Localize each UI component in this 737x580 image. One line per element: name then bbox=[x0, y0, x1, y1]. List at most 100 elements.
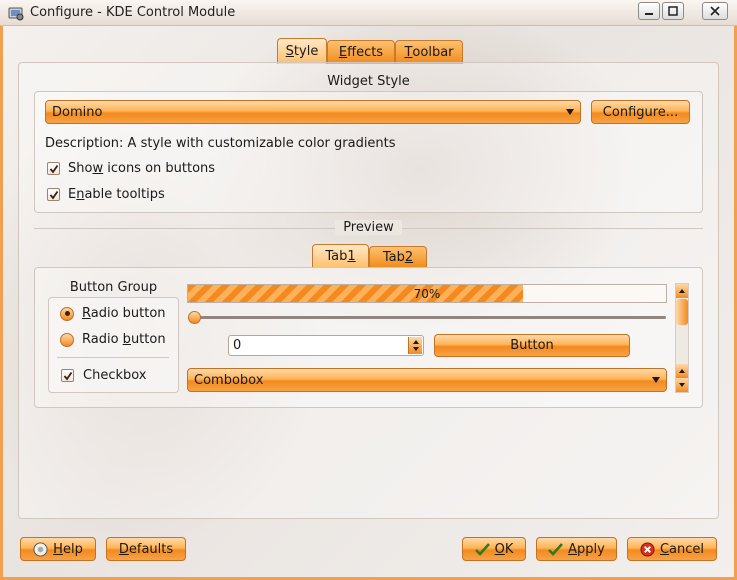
apply-check-icon bbox=[548, 542, 564, 556]
tab-mnemonic: S bbox=[285, 44, 294, 59]
radio-option-1[interactable]: Radio button bbox=[60, 306, 166, 321]
radio-2-mnemonic: b bbox=[122, 332, 131, 347]
progress-bar: 70% bbox=[187, 284, 667, 303]
dropdown-arrow-icon bbox=[566, 109, 574, 115]
show-icons-checkbox[interactable] bbox=[47, 162, 60, 175]
preview-tab-label-pre: Tab bbox=[382, 250, 405, 265]
title-bar[interactable]: Configure - KDE Control Module bbox=[0, 0, 737, 26]
preview-checkbox[interactable] bbox=[61, 369, 74, 382]
preview-tab-mnemonic: 2 bbox=[404, 250, 414, 265]
tab-label-post: oolbar bbox=[412, 45, 454, 60]
defaults-button[interactable]: Defaults bbox=[106, 537, 186, 561]
scroll-up-button-lower[interactable] bbox=[676, 364, 688, 378]
scroll-up-button[interactable] bbox=[676, 284, 688, 298]
app-icon bbox=[8, 7, 24, 21]
help-mnemonic: H bbox=[53, 541, 63, 557]
preview-scrollbar[interactable] bbox=[675, 283, 689, 393]
apply-button[interactable]: Apply bbox=[536, 537, 617, 561]
progress-text: 70% bbox=[413, 286, 441, 301]
scroll-arrow-icon bbox=[679, 369, 685, 373]
slider-track[interactable] bbox=[188, 316, 666, 319]
ok-label: OK bbox=[495, 542, 514, 557]
widget-style-title: Widget Style bbox=[327, 74, 410, 89]
preview-tab-1[interactable]: Tab 1 bbox=[312, 244, 369, 268]
button-group-title: Button Group bbox=[69, 280, 158, 295]
spin-arrows[interactable] bbox=[408, 337, 422, 354]
close-button[interactable] bbox=[702, 2, 728, 20]
enable-tooltips-label-post: able tooltips bbox=[84, 187, 165, 202]
defaults-label-post: efaults bbox=[128, 541, 174, 557]
radio-2-label-pre: Radio bbox=[82, 332, 123, 347]
scroll-arrow-icon bbox=[679, 289, 685, 293]
style-description: Description: A style with customizable c… bbox=[45, 136, 396, 151]
check-icon bbox=[63, 371, 72, 380]
widget-style-value: Domino bbox=[52, 104, 103, 120]
scroll-thumb[interactable] bbox=[676, 299, 688, 325]
show-icons-label: Show icons on buttons bbox=[68, 161, 215, 176]
preview-combobox[interactable]: Combobox bbox=[187, 368, 667, 392]
spinbox[interactable]: 0 bbox=[228, 335, 424, 356]
show-icons-mnemonic: w bbox=[92, 161, 104, 176]
radio-button-2[interactable] bbox=[60, 332, 74, 347]
enable-tooltips-checkbox[interactable] bbox=[47, 188, 60, 201]
radio-button-1[interactable] bbox=[60, 306, 74, 321]
preview-tab-mnemonic: 1 bbox=[347, 249, 356, 264]
configure-label: Configure... bbox=[602, 104, 679, 120]
slider-handle[interactable] bbox=[188, 311, 201, 324]
radio-label-2: Radio button bbox=[82, 332, 166, 347]
button-group-divider bbox=[57, 357, 169, 358]
cancel-icon bbox=[640, 541, 655, 557]
preview-checkbox-label: Checkbox bbox=[83, 368, 147, 383]
spin-arrows-icon bbox=[413, 340, 419, 351]
preview-tab-label-pre: Tab bbox=[325, 249, 348, 264]
show-icons-option[interactable]: Show icons on buttons bbox=[47, 161, 215, 176]
show-icons-label-post: icons on buttons bbox=[103, 161, 216, 176]
minimize-button[interactable] bbox=[638, 2, 660, 20]
cancel-mnemonic: C bbox=[659, 541, 670, 557]
radio-1-label-post: adio button bbox=[90, 306, 166, 321]
radio-option-2[interactable]: Radio button bbox=[60, 332, 166, 347]
scroll-down-button[interactable] bbox=[676, 378, 688, 392]
tab-effects[interactable]: Effects bbox=[327, 40, 395, 64]
check-icon bbox=[49, 190, 58, 199]
cancel-label-post: ancel bbox=[669, 541, 705, 557]
defaults-label: Defaults bbox=[119, 542, 173, 557]
tab-label-post: tyle bbox=[293, 44, 319, 59]
tab-toolbar[interactable]: Toolbar bbox=[395, 40, 463, 64]
apply-mnemonic: A bbox=[568, 541, 578, 557]
radio-1-mnemonic: R bbox=[82, 306, 91, 321]
tab-mnemonic: E bbox=[338, 45, 348, 60]
ok-button[interactable]: OK bbox=[462, 537, 526, 561]
ok-label-post: K bbox=[504, 541, 514, 557]
radio-dot bbox=[64, 311, 70, 316]
tab-style[interactable]: Style bbox=[277, 38, 327, 64]
enable-tooltips-label-pre: E bbox=[68, 187, 77, 202]
cancel-button[interactable]: Cancel bbox=[627, 537, 717, 561]
help-button[interactable]: Help bbox=[20, 537, 96, 561]
spinbox-value: 0 bbox=[233, 338, 242, 353]
scroll-arrow-icon bbox=[679, 383, 685, 387]
enable-tooltips-label: Enable tooltips bbox=[68, 187, 165, 202]
apply-label-post: pply bbox=[577, 541, 605, 557]
preview-button[interactable]: Button bbox=[434, 334, 630, 357]
apply-label: Apply bbox=[568, 542, 605, 557]
enable-tooltips-option[interactable]: Enable tooltips bbox=[47, 187, 165, 202]
radio-label-1: Radio button bbox=[82, 306, 166, 321]
help-icon bbox=[33, 541, 48, 557]
check-icon bbox=[49, 164, 58, 173]
minimize-icon bbox=[645, 13, 653, 15]
configure-button[interactable]: Configure... bbox=[591, 100, 690, 124]
radio-2-label-post: utton bbox=[130, 332, 166, 347]
show-icons-label-pre: Sho bbox=[68, 161, 93, 176]
preview-title: Preview bbox=[0, 220, 737, 235]
help-label: Help bbox=[53, 542, 83, 557]
preview-checkbox-option[interactable]: Checkbox bbox=[61, 368, 147, 383]
preview-button-label: Button bbox=[510, 338, 554, 353]
preview-tab-2[interactable]: Tab 2 bbox=[369, 246, 427, 268]
window-title: Configure - KDE Control Module bbox=[30, 5, 236, 20]
maximize-icon bbox=[668, 6, 678, 16]
widget-style-combobox[interactable]: Domino bbox=[45, 100, 581, 124]
dropdown-arrow-icon bbox=[652, 377, 660, 383]
preview-combobox-value: Combobox bbox=[194, 372, 264, 388]
maximize-button[interactable] bbox=[662, 2, 684, 20]
